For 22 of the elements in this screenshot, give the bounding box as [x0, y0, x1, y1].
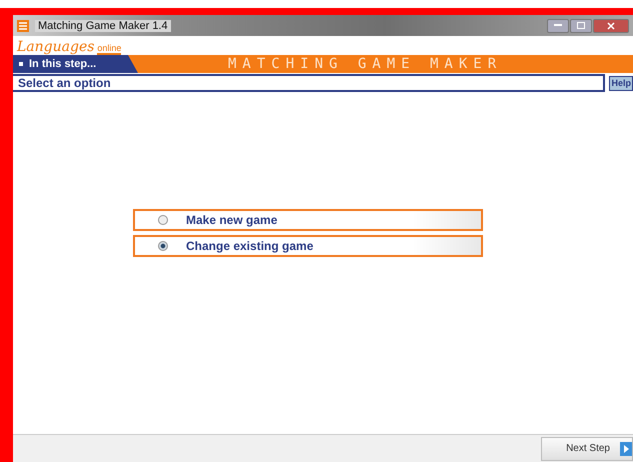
logo-text: Languages — [17, 39, 94, 55]
bullet-icon — [19, 62, 23, 66]
option-row[interactable]: Make new game — [133, 209, 483, 231]
maximize-button[interactable] — [570, 18, 592, 32]
radio-button[interactable] — [158, 215, 168, 225]
maximize-icon — [577, 22, 585, 29]
banner-title: MATCHING GAME MAKER — [228, 56, 502, 72]
next-step-button[interactable]: Next Step — [541, 436, 633, 460]
step-label: In this step... — [29, 58, 96, 70]
app-icon — [17, 20, 29, 32]
instruction-text: Select an option — [13, 74, 606, 92]
close-button[interactable] — [593, 18, 629, 32]
window-title: Matching Game Maker 1.4 — [35, 20, 171, 32]
option-label: Make new game — [186, 213, 278, 227]
help-button[interactable]: Help — [609, 76, 633, 90]
minimize-icon — [554, 24, 562, 27]
play-icon — [620, 442, 632, 456]
option-label: Change existing game — [186, 239, 314, 253]
close-icon — [607, 22, 615, 30]
option-row[interactable]: Change existing game — [133, 235, 483, 257]
minimize-button[interactable] — [547, 18, 569, 32]
radio-button[interactable] — [158, 241, 168, 251]
